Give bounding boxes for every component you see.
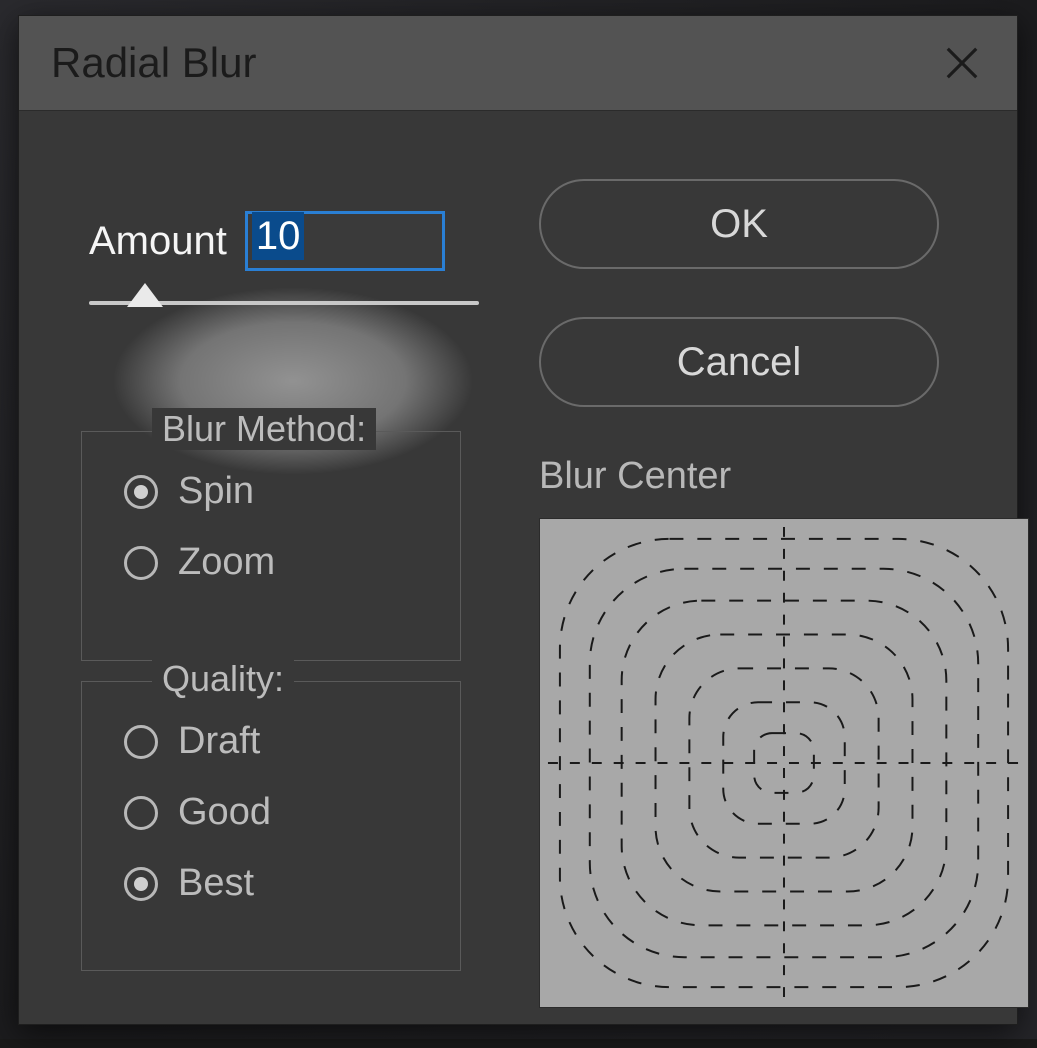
radio-good[interactable]: Good (124, 791, 440, 834)
radio-icon (124, 546, 158, 580)
close-button[interactable] (937, 38, 987, 88)
spin-preview-icon (540, 519, 1028, 1007)
dialog-title: Radial Blur (51, 39, 256, 87)
right-column: OK Cancel Blur Center (539, 171, 1029, 1008)
radio-icon (124, 475, 158, 509)
blur-center-label: Blur Center (539, 455, 1029, 498)
left-column: Amount 10 Blur Method: Spin Zoom (59, 171, 499, 1008)
close-icon (943, 44, 981, 82)
radio-label-good: Good (178, 791, 271, 834)
cancel-button-label: Cancel (677, 340, 802, 385)
quality-group: Quality: Draft Good Best (81, 681, 461, 971)
amount-row: Amount 10 (89, 211, 445, 271)
radio-label-draft: Draft (178, 720, 260, 763)
quality-legend: Quality: (152, 658, 294, 700)
amount-value-selected: 10 (252, 212, 305, 260)
radio-label-zoom: Zoom (178, 541, 275, 584)
radio-label-best: Best (178, 862, 254, 905)
blur-method-group: Blur Method: Spin Zoom (81, 431, 461, 661)
radio-icon (124, 725, 158, 759)
radial-blur-dialog: Radial Blur Amount 10 Blur Method: (18, 15, 1018, 1025)
radio-label-spin: Spin (178, 470, 254, 513)
radio-best[interactable]: Best (124, 862, 440, 905)
slider-thumb[interactable] (127, 283, 163, 307)
radio-icon (124, 867, 158, 901)
blur-method-legend: Blur Method: (152, 408, 376, 450)
cancel-button[interactable]: Cancel (539, 317, 939, 407)
radio-icon (124, 796, 158, 830)
blur-center-preview[interactable] (539, 518, 1029, 1008)
radio-zoom[interactable]: Zoom (124, 541, 440, 584)
dialog-content: Amount 10 Blur Method: Spin Zoom (19, 111, 1017, 1048)
radio-draft[interactable]: Draft (124, 720, 440, 763)
ok-button-label: OK (710, 202, 768, 247)
dialog-titlebar: Radial Blur (19, 16, 1017, 111)
amount-slider[interactable] (89, 301, 479, 305)
radio-spin[interactable]: Spin (124, 470, 440, 513)
amount-label: Amount (89, 219, 227, 264)
amount-input[interactable]: 10 (245, 211, 445, 271)
ok-button[interactable]: OK (539, 179, 939, 269)
